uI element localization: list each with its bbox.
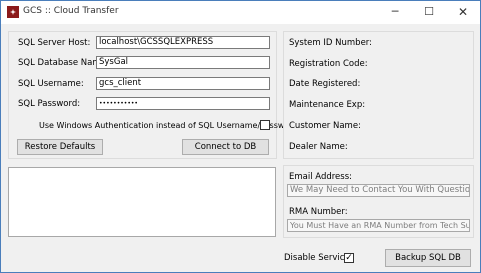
- windows-auth-label: Use Windows Authentication instead of SQ…: [39, 121, 298, 130]
- rma-number-input[interactable]: You Must Have an RMA Number from Tech Su…: [287, 219, 470, 232]
- rma-number-label: RMA Number:: [289, 207, 348, 217]
- close-icon[interactable]: ✕: [446, 1, 480, 24]
- window-title: GCS :: Cloud Transfer: [23, 6, 119, 16]
- sql-username-label: SQL Username:: [18, 79, 84, 89]
- sql-database-name-input[interactable]: SysGal: [96, 56, 270, 69]
- app-logo-icon: [7, 6, 19, 18]
- sql-password-input[interactable]: •••••••••••: [96, 97, 270, 110]
- connect-to-db-button[interactable]: Connect to DB: [182, 139, 269, 155]
- maximize-icon[interactable]: ☐: [412, 1, 446, 24]
- title-bar: GCS :: Cloud Transfer ─ ☐ ✕: [1, 1, 480, 24]
- restore-defaults-button[interactable]: Restore Defaults: [17, 139, 103, 155]
- customer-name-label: Customer Name:: [289, 121, 361, 131]
- backup-sql-db-button[interactable]: Backup SQL DB: [385, 249, 471, 267]
- disable-services-checkbox[interactable]: ✓: [344, 253, 354, 263]
- sql-server-host-input[interactable]: localhost\GCSSQLEXPRESS: [96, 36, 270, 49]
- date-registered-label: Date Registered:: [289, 79, 361, 89]
- dealer-name-label: Dealer Name:: [289, 142, 348, 152]
- registration-info-group: [283, 31, 474, 159]
- app-window: GCS :: Cloud Transfer ─ ☐ ✕ SQL Server H…: [0, 0, 481, 273]
- windows-auth-checkbox[interactable]: [260, 120, 270, 130]
- minimize-icon[interactable]: ─: [378, 1, 412, 24]
- sql-password-label: SQL Password:: [18, 99, 81, 109]
- email-address-input[interactable]: We May Need to Contact You With Question…: [287, 184, 470, 197]
- maintenance-exp-label: Maintenance Exp:: [289, 100, 366, 110]
- log-listbox[interactable]: [8, 167, 276, 237]
- sql-username-input[interactable]: gcs_client: [96, 77, 270, 90]
- sql-server-host-label: SQL Server Host:: [18, 38, 91, 48]
- email-address-label: Email Address:: [289, 172, 352, 182]
- registration-code-label: Registration Code:: [289, 59, 368, 69]
- system-id-label: System ID Number:: [289, 38, 373, 48]
